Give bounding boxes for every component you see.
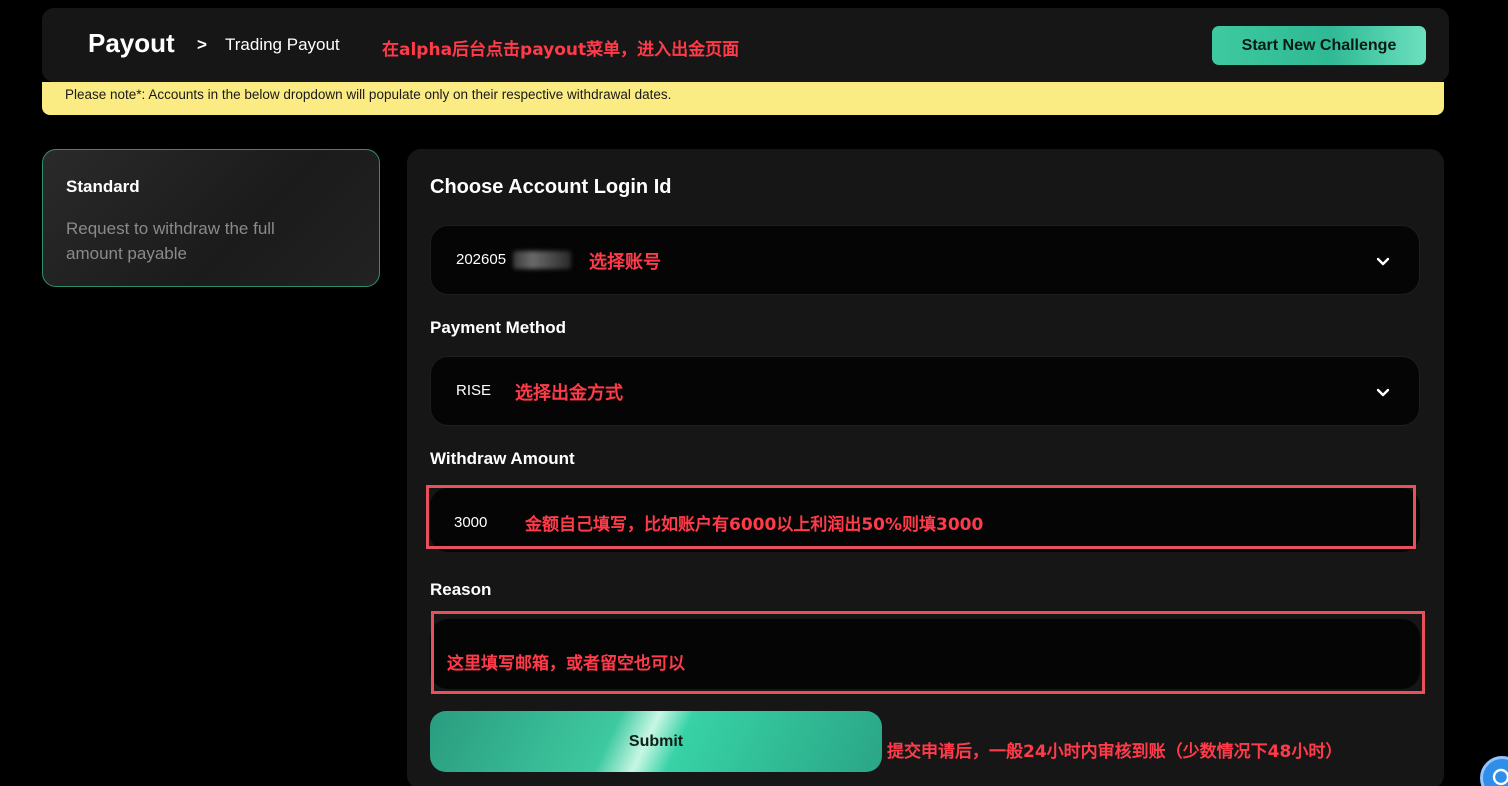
payout-type-description: Request to withdraw the full amount paya… (66, 219, 275, 263)
chevron-down-icon (1376, 257, 1390, 266)
reason-label: Reason (430, 580, 492, 599)
chevron-down-icon (1376, 388, 1390, 397)
page-header: Payout > Trading Payout 在alpha后台点击payout… (42, 8, 1449, 82)
payout-type-standard-card[interactable]: Standard Request to withdraw the full am… (42, 149, 380, 287)
payment-annotation: 选择出金方式 (515, 383, 623, 404)
notice-text: Please note*: Accounts in the below drop… (65, 87, 672, 102)
chat-widget-button[interactable] (1480, 756, 1508, 786)
header-annotation: 在alpha后台点击payout菜单，进入出金页面 (382, 40, 740, 60)
redacted-mask (513, 251, 571, 269)
account-select-value: 202605 (456, 251, 507, 268)
breadcrumb-title[interactable]: Payout (88, 28, 175, 59)
start-new-challenge-button[interactable]: Start New Challenge (1212, 26, 1426, 65)
withdraw-amount-label: Withdraw Amount (430, 449, 575, 468)
payment-method-select[interactable]: RISE 选择出金方式 (430, 356, 1420, 426)
breadcrumb-separator-icon: > (197, 35, 207, 54)
submit-button[interactable]: Submit (430, 711, 882, 772)
notice-bar: Please note*: Accounts in the below drop… (42, 82, 1444, 115)
account-label: Choose Account Login Id (430, 176, 672, 198)
submit-annotation: 提交申请后，一般24小时内审核到账（少数情况下48小时） (887, 742, 1343, 762)
payment-method-label: Payment Method (430, 318, 567, 337)
breadcrumb-current: Trading Payout (225, 35, 340, 54)
chat-icon (1492, 768, 1508, 786)
payout-form: Choose Account Login Id 202605 选择账号 Paym… (407, 149, 1444, 786)
account-annotation: 选择账号 (589, 252, 661, 273)
account-select[interactable]: 202605 选择账号 (430, 225, 1420, 295)
highlight-frame (426, 485, 1416, 549)
payout-type-title: Standard (66, 177, 140, 196)
payment-method-value: RISE (456, 382, 492, 399)
highlight-frame (431, 611, 1425, 694)
